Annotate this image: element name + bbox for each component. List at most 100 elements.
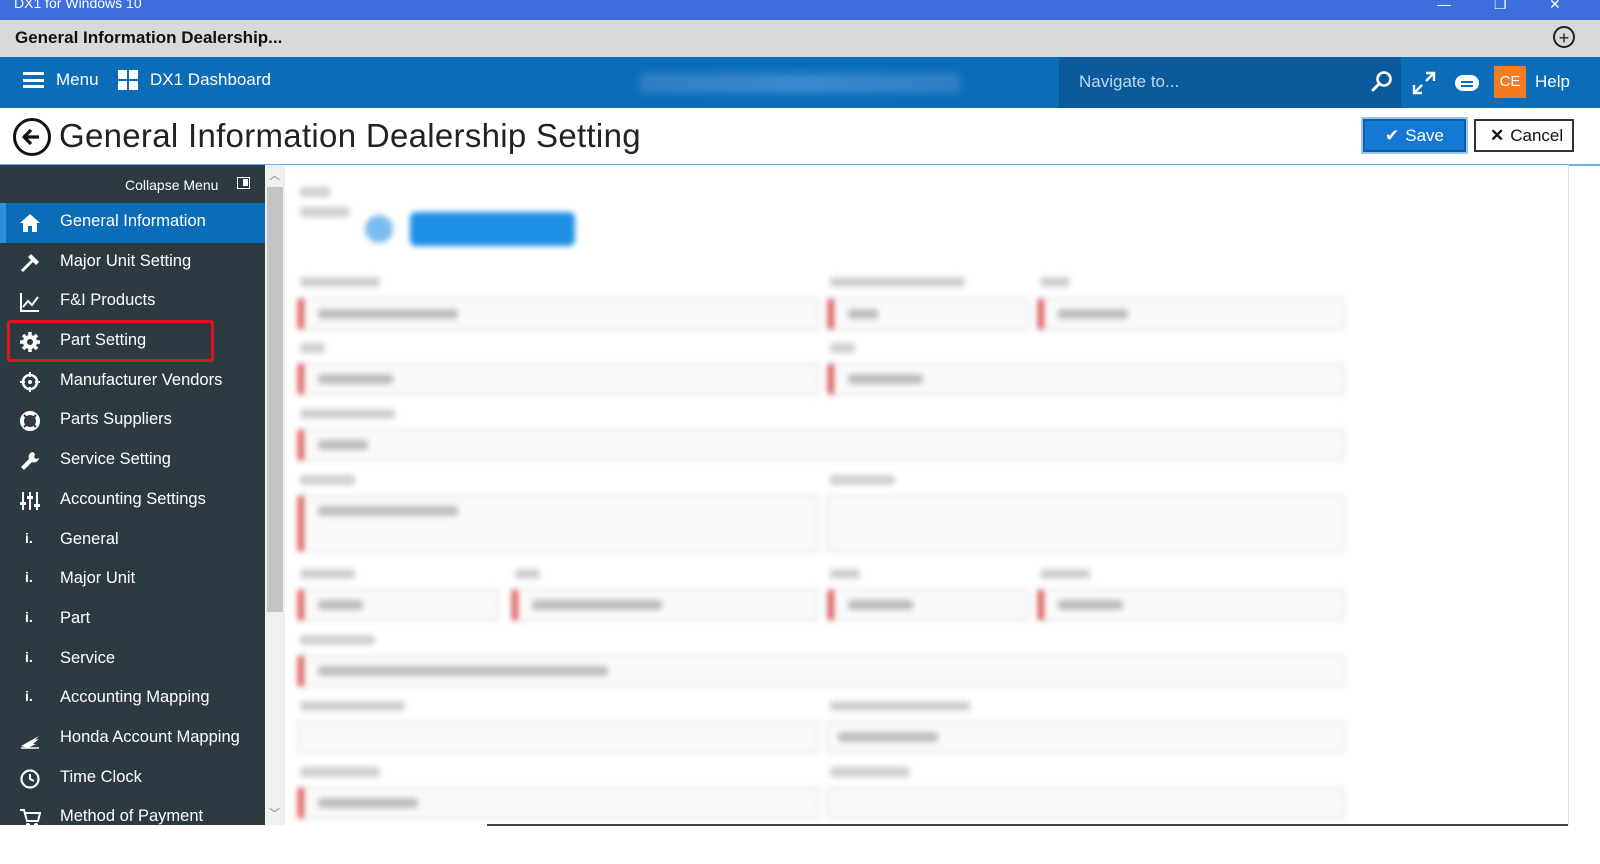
- window-titlebar: DX1 for Windows 10 — ❐ ✕: [0, 0, 1600, 20]
- dashboard-label: DX1 Dashboard: [150, 70, 271, 89]
- sub-item-icon: i.: [25, 608, 33, 625]
- misc-field-left[interactable]: [297, 787, 819, 819]
- address-1-field[interactable]: [297, 495, 819, 552]
- wrench-icon: [21, 452, 39, 471]
- sidebar-item-major-unit-setting[interactable]: Major Unit Setting: [0, 243, 265, 283]
- email-field[interactable]: [297, 429, 1344, 461]
- sidebar-item-part[interactable]: i. Part: [0, 600, 265, 640]
- contact-email-field[interactable]: [827, 721, 1344, 753]
- tab-bar: General Information Dealership... +: [0, 20, 1600, 58]
- minimize-icon[interactable]: —: [1437, 0, 1451, 12]
- sidebar-item-honda-account-mapping[interactable]: Honda Account Mapping: [0, 719, 265, 759]
- line-chart-icon: [20, 293, 39, 313]
- cart-icon: [20, 809, 41, 828]
- honda-wing-icon: [21, 735, 39, 749]
- country-field[interactable]: [1037, 589, 1344, 621]
- back-arrow-icon: [22, 128, 39, 146]
- sliders-icon: [20, 491, 40, 510]
- dashboard-button[interactable]: DX1 Dashboard: [118, 70, 271, 90]
- sidebar-item-label: Service: [60, 648, 116, 667]
- sidebar-item-service-setting[interactable]: Service Setting: [0, 441, 265, 481]
- address-2-field[interactable]: [827, 495, 1344, 552]
- hammer-icon: [21, 253, 39, 272]
- collapse-panel-icon: [237, 177, 250, 189]
- sidebar-item-label: Accounting Settings: [60, 489, 206, 508]
- part-setting-highlight-box: [7, 320, 214, 362]
- fax-field[interactable]: [827, 363, 1344, 395]
- window-title: DX1 for Windows 10: [14, 0, 142, 11]
- sub-item-icon: i.: [25, 569, 33, 586]
- menu-button[interactable]: Menu: [23, 70, 99, 90]
- sub-item-icon: i.: [25, 529, 33, 546]
- misc-field-right[interactable]: [827, 787, 1344, 819]
- sidebar-item-time-clock[interactable]: Time Clock: [0, 759, 265, 799]
- sidebar-item-accounting-settings[interactable]: Accounting Settings: [0, 481, 265, 521]
- restore-icon[interactable]: ❐: [1494, 0, 1507, 13]
- help-link[interactable]: Help: [1535, 72, 1570, 92]
- sidebar-item-general-information[interactable]: General Information: [0, 203, 265, 243]
- state-field[interactable]: [827, 589, 1029, 621]
- checkmark-icon: ✔: [1385, 125, 1400, 145]
- navigate-search: [1059, 57, 1401, 108]
- sidebar-item-label: General: [60, 529, 119, 548]
- search-icon[interactable]: [1370, 70, 1394, 94]
- cancel-label: Cancel: [1510, 125, 1564, 145]
- sidebar-item-accounting-mapping[interactable]: i. Accounting Mapping: [0, 679, 265, 719]
- sidebar-item-label: Time Clock: [60, 767, 142, 786]
- sidebar-item-label: Honda Account Mapping: [60, 727, 240, 746]
- cancel-button[interactable]: ✕ Cancel: [1474, 119, 1574, 152]
- logo-icon: [365, 215, 393, 243]
- hamburger-icon: [23, 72, 44, 88]
- general-information-form: [285, 165, 1569, 825]
- timezone-field[interactable]: [297, 655, 1344, 687]
- sidebar-item-label: Parts Suppliers: [60, 410, 172, 429]
- clock-icon: [20, 769, 40, 789]
- back-button[interactable]: [13, 118, 51, 156]
- sub-item-icon: i.: [25, 648, 33, 665]
- home-icon: [20, 214, 40, 232]
- add-tab-icon[interactable]: +: [1553, 26, 1575, 48]
- sidebar-item-label: Method of Payment: [60, 807, 204, 826]
- sidebar-item-fi-products[interactable]: F&I Products: [0, 282, 265, 322]
- dms-field[interactable]: [1037, 298, 1344, 330]
- active-tab-title[interactable]: General Information Dealership...: [15, 28, 282, 48]
- menu-label: Menu: [56, 70, 99, 89]
- scroll-thumb[interactable]: [267, 187, 283, 612]
- settings-sidebar: Collapse Menu General Information Major …: [0, 165, 265, 828]
- user-avatar[interactable]: CE: [1494, 66, 1526, 98]
- upload-logo-button[interactable]: [410, 212, 575, 246]
- sidebar-menu: General Information Major Unit Setting F…: [0, 203, 265, 838]
- sub-item-icon: i.: [25, 688, 33, 705]
- contact-name-field[interactable]: [297, 721, 819, 753]
- collapse-menu-button[interactable]: Collapse Menu: [0, 165, 265, 203]
- city-field[interactable]: [511, 589, 818, 621]
- sidebar-item-label: Manufacturer Vendors: [60, 370, 223, 389]
- sidebar-item-service[interactable]: i. Service: [0, 640, 265, 680]
- close-window-icon[interactable]: ✕: [1549, 0, 1561, 13]
- sidebar-item-label: Service Setting: [60, 450, 171, 469]
- phone-field[interactable]: [297, 363, 819, 395]
- sidebar-scrollbar[interactable]: ︿ ﹀: [265, 165, 285, 825]
- collapse-menu-label: Collapse Menu: [125, 177, 219, 193]
- sidebar-item-manufacturer-vendors[interactable]: Manufacturer Vendors: [0, 362, 265, 402]
- save-button[interactable]: ✔ Save: [1361, 117, 1468, 154]
- sidebar-item-label: F&I Products: [60, 291, 156, 310]
- sidebar-item-parts-suppliers[interactable]: Parts Suppliers: [0, 401, 265, 441]
- sidebar-item-general[interactable]: i. General: [0, 521, 265, 561]
- blurred-dealer-name: [640, 73, 960, 93]
- fullscreen-icon[interactable]: [1411, 70, 1437, 96]
- navigate-input[interactable]: [1077, 71, 1361, 93]
- sidebar-item-major-unit[interactable]: i. Major Unit: [0, 560, 265, 600]
- sidebar-item-method-of-payment[interactable]: Method of Payment: [0, 798, 265, 838]
- crosshair-icon: [20, 371, 40, 392]
- scroll-up-icon[interactable]: ︿: [269, 167, 280, 183]
- dealer-number-field[interactable]: [827, 298, 1029, 330]
- sidebar-item-label: Major Unit: [60, 569, 136, 588]
- chat-icon[interactable]: [1453, 72, 1481, 94]
- zip-code-field[interactable]: [297, 589, 499, 621]
- save-label: Save: [1405, 125, 1444, 145]
- page-title: General Information Dealership Setting: [59, 117, 641, 154]
- legal-name-field[interactable]: [297, 298, 819, 330]
- bottom-divider: [487, 824, 1568, 826]
- scroll-down-icon[interactable]: ﹀: [269, 805, 280, 821]
